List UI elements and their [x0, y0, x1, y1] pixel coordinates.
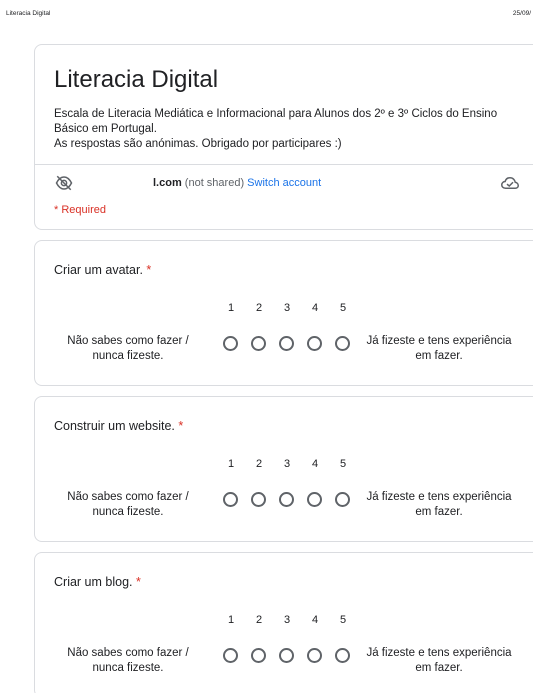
question-title: Criar um avatar. *: [54, 263, 151, 277]
question-title: Construir um website. *: [54, 419, 183, 433]
scale-number: 4: [311, 458, 319, 470]
question-text: Construir um website.: [54, 419, 175, 433]
rating-radio-3[interactable]: [279, 648, 294, 663]
account-row: l.com (not shared) Switch account: [35, 165, 533, 201]
rating-radio-1[interactable]: [223, 648, 238, 663]
scale-number: 5: [339, 302, 347, 314]
account-email: l.com: [153, 177, 182, 189]
required-star: *: [135, 575, 141, 589]
question-text: Criar um avatar.: [54, 263, 143, 277]
rating-radio-1[interactable]: [223, 492, 238, 507]
scale-number: 1: [227, 614, 235, 626]
rating-radio-3[interactable]: [279, 336, 294, 351]
required-note: * Required: [54, 204, 106, 216]
scale-high-label: Já fizeste e tens experiência em fazer.: [366, 335, 512, 362]
rating-radio-3[interactable]: [279, 492, 294, 507]
rating-radio-1[interactable]: [223, 336, 238, 351]
required-star: *: [178, 419, 184, 433]
scale-number: 2: [255, 302, 263, 314]
scale-low-label: Não sabes como fazer / nunca fizeste.: [67, 647, 189, 674]
form-description-line1: Escala de Literacia Mediática e Informac…: [54, 108, 498, 135]
rating-radio-4[interactable]: [307, 648, 322, 663]
scale-low-label: Não sabes como fazer / nunca fizeste.: [67, 335, 189, 362]
question-title: Criar um blog. *: [54, 575, 141, 589]
account-info: l.com (not shared) Switch account: [153, 177, 321, 189]
scale-number: 1: [227, 302, 235, 314]
required-star: *: [146, 263, 152, 277]
rating-radio-5[interactable]: [335, 492, 350, 507]
eye-off-icon: [55, 175, 73, 191]
scale-number: 1: [227, 458, 235, 470]
cloud-done-icon: [501, 176, 519, 189]
question-card: Criar um avatar. * 1 2 3 4 5 Não sabes c…: [34, 240, 533, 386]
scale-low-label: Não sabes como fazer / nunca fizeste.: [67, 491, 189, 518]
print-date: 25/09/: [512, 10, 531, 17]
rating-radio-5[interactable]: [335, 336, 350, 351]
scale-number: 2: [255, 614, 263, 626]
scale-numbers: 1 2 3 4 5: [35, 614, 533, 628]
scale-number: 3: [283, 302, 291, 314]
scale-number: 3: [283, 614, 291, 626]
scale-number: 2: [255, 458, 263, 470]
print-header: Literacia Digital 25/09/: [0, 0, 533, 22]
question-card: Construir um website. * 1 2 3 4 5 Não sa…: [34, 396, 533, 542]
form-description-line2: As respostas são anónimas. Obrigado por …: [54, 138, 342, 150]
form-title: Literacia Digital: [54, 66, 219, 93]
scale-number: 3: [283, 458, 291, 470]
rating-radio-2[interactable]: [251, 336, 266, 351]
rating-radio-5[interactable]: [335, 648, 350, 663]
print-page-title: Literacia Digital: [6, 10, 51, 17]
scale-high-label: Já fizeste e tens experiência em fazer.: [366, 647, 512, 674]
scale-number: 4: [311, 302, 319, 314]
form-header-card: Literacia Digital Escala de Literacia Me…: [34, 44, 533, 230]
scale-numbers: 1 2 3 4 5: [35, 458, 533, 472]
form-description: Escala de Literacia Mediática e Informac…: [54, 107, 524, 152]
question-text: Criar um blog.: [54, 575, 133, 589]
question-card: Criar um blog. * 1 2 3 4 5 Não sabes com…: [34, 552, 533, 693]
scale-number: 4: [311, 614, 319, 626]
scale-high-label: Já fizeste e tens experiência em fazer.: [366, 491, 512, 518]
not-shared-label: (not shared): [184, 177, 245, 189]
switch-account-link[interactable]: Switch account: [247, 177, 321, 189]
scale-numbers: 1 2 3 4 5: [35, 302, 533, 316]
rating-radio-2[interactable]: [251, 648, 266, 663]
scale-number: 5: [339, 614, 347, 626]
rating-radio-4[interactable]: [307, 336, 322, 351]
scale-number: 5: [339, 458, 347, 470]
rating-radio-4[interactable]: [307, 492, 322, 507]
rating-radio-2[interactable]: [251, 492, 266, 507]
